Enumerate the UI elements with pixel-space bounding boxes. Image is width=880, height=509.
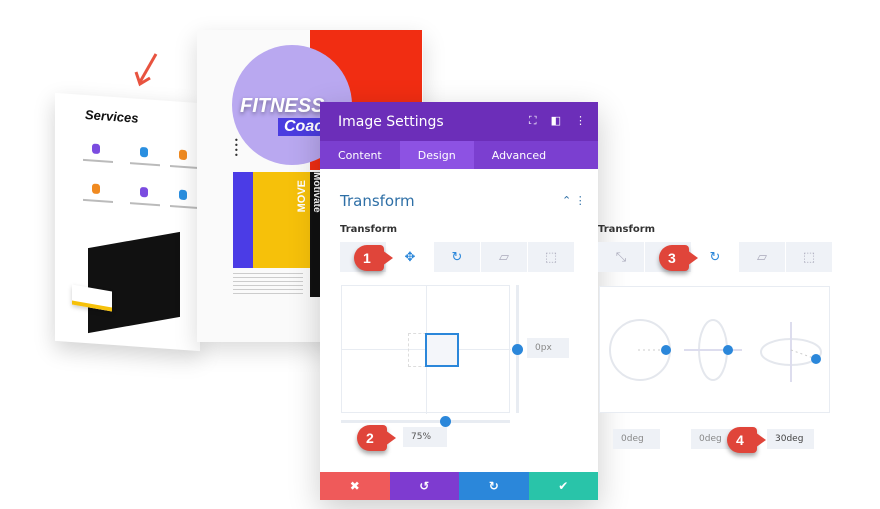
more-icon[interactable]: ⋮ [575, 114, 586, 128]
redo-button[interactable]: ↻ [459, 472, 529, 500]
rotate-y-handle [723, 345, 733, 355]
service-icon [140, 186, 148, 198]
service-icon [179, 189, 187, 201]
rotate-transform-label: Transform [598, 224, 656, 235]
tab-design[interactable]: Design [399, 141, 474, 169]
rotate-icon[interactable]: ↻ [692, 242, 738, 272]
section-title: Transform [340, 192, 415, 210]
rotate-preview [599, 286, 830, 413]
rotate-x-handle [661, 345, 671, 355]
service-icon [140, 146, 148, 158]
cancel-button[interactable]: ✖ [320, 472, 390, 500]
callout-3: 3 [659, 245, 698, 271]
rotate-icon[interactable]: ↻ [434, 242, 480, 272]
skew-icon[interactable]: ▱ [481, 242, 527, 272]
skew-icon[interactable]: ▱ [739, 242, 785, 272]
undo-button[interactable]: ↺ [389, 472, 459, 500]
callout-2: 2 [357, 425, 396, 451]
callout-4: 4 [727, 427, 766, 453]
translate-x-input[interactable]: 75% [403, 427, 447, 447]
horizontal-slider-handle[interactable] [440, 416, 451, 427]
service-icon [179, 149, 187, 161]
fullscreen-icon[interactable]: ⛶ [529, 114, 537, 128]
contact-form-preview [88, 231, 180, 334]
horizontal-slider[interactable] [341, 420, 510, 423]
origin-icon[interactable]: ⬚ [528, 242, 574, 272]
panel-title: Image Settings [338, 114, 444, 130]
origin-icon[interactable]: ⬚ [786, 242, 832, 272]
rotate-z-input[interactable]: 30deg [767, 429, 814, 449]
translate-preview[interactable] [341, 285, 511, 414]
callout-1: 1 [354, 245, 393, 271]
vertical-slider-handle[interactable] [512, 344, 523, 355]
rotate-z-handle [811, 354, 821, 364]
scale-icon[interactable]: ⤡ [598, 242, 644, 272]
panel-header: Image Settings ⛶ ◧ ⋮ [320, 102, 598, 141]
arrow-icon [134, 53, 158, 87]
split-view-icon[interactable]: ◧ [551, 114, 561, 128]
tab-advanced[interactable]: Advanced [474, 141, 564, 169]
translate-y-input[interactable]: 0px [527, 338, 569, 358]
service-icon [92, 143, 100, 155]
transform-label: Transform [340, 224, 398, 235]
move-label: MOVE [296, 180, 308, 213]
translate-icon[interactable]: ✥ [387, 242, 433, 272]
save-button[interactable]: ✔ [528, 472, 598, 500]
collapse-icon[interactable]: ⌃ ⋮ [562, 194, 586, 207]
transform-box[interactable] [425, 333, 459, 367]
service-icon [92, 183, 100, 195]
hero-word: FITNESS [240, 95, 325, 117]
services-title: Services [85, 107, 139, 126]
rotate-x-input[interactable]: 0deg [613, 429, 660, 449]
tab-content[interactable]: Content [320, 141, 400, 169]
